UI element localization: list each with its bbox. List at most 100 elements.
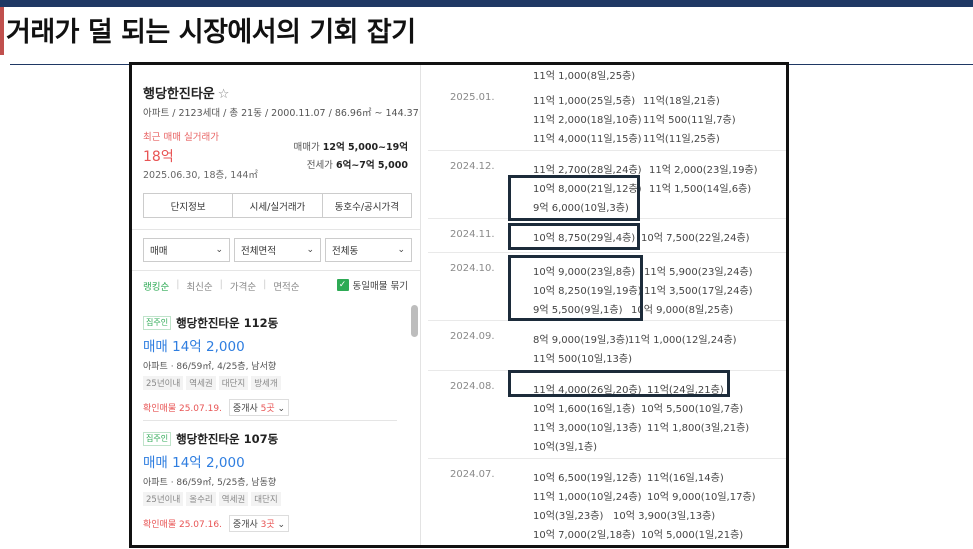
recent-price-label: 최근 매매 실거래가 [143,132,219,143]
transaction-month: 2024.10. [450,263,495,274]
sort-separator: | [219,279,223,290]
transaction-entry: 10억 7,500(22일,24층) [641,233,750,244]
confirmed-date: 확인매물 25.07.16. [143,520,222,530]
transaction-entry: 11억 1,500(14일,6층) [649,184,752,195]
transaction-entry: 11억 1,000(10일,24층) [533,492,642,503]
complex-meta: 아파트 / 2123세대 / 총 21동 / 2000.11.07 / 86.9… [143,108,421,119]
transaction-entry: 11억 1,000(8일,25층) [533,71,636,82]
list-item[interactable]: 집주인 행당한진타운 107동 매매 14억 2,000 아파트 · 86/59… [143,431,398,532]
group-same-listing-label: 동일매물 묶기 [352,281,408,292]
transaction-entry: 10억 9,000(8일,25층) [631,305,734,316]
transaction-month: 2024.11. [450,229,495,240]
transaction-entry: 10억(3일,23층) [533,511,604,522]
transaction-entry: 11억 1,000(12일,24층) [628,335,737,346]
chevron-down-icon: ⌄ [306,245,314,255]
sort-options: 랭킹순 | 최신순 | 가격순 | 면적순 [143,279,300,293]
confirmed-date: 확인매물 25.07.19. [143,404,222,414]
transaction-month: 2024.12. [450,161,495,172]
transaction-entry: 10억(3일,1층) [533,442,598,453]
transaction-month: 2024.09. [450,331,495,342]
building-value: 전체동 [332,246,359,257]
chevron-down-icon: ⌄ [397,245,405,255]
jeonse-price-range: 전세가 6억~7억 5,000 [307,157,408,171]
owner-badge: 집주인 [143,432,172,446]
transaction-entry: 11억 500(11일,7층) [643,115,736,126]
tab-market-price[interactable]: 시세/실거래가 [233,194,323,217]
transaction-entry: 10억 3,900(3일,13층) [613,511,716,522]
sort-latest[interactable]: 최신순 [186,279,212,293]
complex-name: 행당한진타운 [143,87,215,102]
transaction-entry: 8억 9,000(19일,3층) [533,335,629,346]
listing-panel: 행당한진타운 ☆ 아파트 / 2123세대 / 총 21동 / 2000.11.0… [132,65,421,545]
listing-tag: 방세개 [251,376,281,390]
jeonse-price-value: 6억~7억 5,000 [335,160,408,171]
transaction-entry: 11억 2,000(23일,19층) [649,165,758,176]
sort-price[interactable]: 가격순 [230,279,256,293]
listing-tag: 25년이내 [143,376,184,390]
listing-footer: 확인매물 25.07.16. 중개사 3곳 ⌄ [143,515,398,532]
transaction-entry: 11억 3,500(17일,24층) [644,286,753,297]
agent-count-button[interactable]: 중개사 5곳 ⌄ [228,399,290,416]
top-accent-bar [0,0,973,7]
transaction-entry: 11억 500(10일,13층) [533,354,633,365]
listing-header: 집주인 행당한진타운 107동 [143,431,398,447]
transaction-entry: 10억 9,000(10일,17층) [647,492,756,503]
embedded-screenshot: 행당한진타운 ☆ 아파트 / 2123세대 / 총 21동 / 2000.11.0… [129,62,789,548]
title-accent-mark [0,7,4,55]
transaction-month-row: 2025.01. 11억 1,000(25일,5층) 11억(18일,21층) 11억… [428,82,786,150]
transaction-entry: 11억(18일,21층) [643,96,720,107]
complex-tabs: 단지정보 시세/실거래가 동호수/공시가격 [143,193,412,218]
transaction-month-row: 2024.07. 10억 6,500(19일,12층) 11억(16일,14층) 11… [428,458,786,545]
highlight-box [508,255,643,321]
transaction-entry: 11억(11일,25층) [643,134,720,145]
area-value: 전체면적 [241,246,276,257]
trade-type-select[interactable]: 매매 ⌄ [143,238,230,262]
chevron-down-icon: ⌄ [215,245,223,255]
transaction-entry: 10억 5,500(10일,7층) [641,404,744,415]
sale-price-label: 매매가 [293,142,320,153]
scrollbar-thumb[interactable] [411,305,418,337]
transaction-entry: 11억 3,000(10일,13층) [533,423,642,434]
listing-price: 매매 14억 2,000 [143,339,245,355]
transaction-entry: 10억 7,000(2일,18층) [533,530,636,541]
chevron-down-icon: ⌄ [277,404,286,414]
tab-unit-price[interactable]: 동호수/공시가격 [323,194,411,217]
tab-complex-info[interactable]: 단지정보 [144,194,234,217]
listing-header: 집주인 행당한진타운 112동 [143,315,398,331]
agent-count-button[interactable]: 중개사 3곳 ⌄ [228,515,290,532]
sort-separator: | [263,279,267,290]
listing-tag: 25년이내 [143,492,184,506]
chevron-down-icon: ⌄ [277,520,286,530]
transaction-entry: 11억(16일,14층) [647,473,724,484]
list-item[interactable]: 집주인 행당한진타운 112동 매매 14억 2,000 아파트 · 86/59… [143,315,398,416]
area-select[interactable]: 전체면적 ⌄ [234,238,321,262]
filter-bar: 매매 ⌄ 전체면적 ⌄ 전체동 ⌄ [143,238,412,262]
highlight-box [508,175,640,221]
agent-count: 5곳 [260,404,275,414]
owner-badge: 집주인 [143,316,172,330]
transaction-entry: 11억 5,900(23일,24층) [644,267,753,278]
sort-area[interactable]: 면적순 [273,279,299,293]
divider [132,229,420,230]
transaction-month-row: 11억 1,000(8일,25층) [428,65,786,82]
listing-tag: 역세권 [186,376,216,390]
listing-tags: 25년이내 올수리 역세권 대단지 [143,492,398,506]
listing-name: 행당한진타운 107동 [176,432,279,446]
star-icon[interactable]: ☆ [218,87,230,102]
listing-spec: 아파트 · 86/59㎡, 4/25층, 남서향 [143,362,277,372]
transaction-entry: 11억 1,000(25일,5층) [533,96,636,107]
recent-price: 18억 [143,149,174,165]
transaction-month: 2024.07. [450,469,495,480]
transaction-month: 2024.08. [450,381,495,392]
trade-type-value: 매매 [150,246,168,257]
sale-price-value: 12억 5,000~19억 [322,142,408,153]
listing-tag: 역세권 [218,492,249,506]
jeonse-price-label: 전세가 [306,160,333,171]
agent-label: 중개사 [232,404,261,414]
sort-separator: | [176,279,180,290]
sort-ranking[interactable]: 랭킹순 [143,279,169,293]
building-select[interactable]: 전체동 ⌄ [325,238,412,262]
transaction-entry: 10억 1,600(16일,1층) [533,404,636,415]
group-same-listing-toggle[interactable]: ✓ 동일매물 묶기 [336,278,408,292]
listing-tag: 대단지 [251,492,281,506]
